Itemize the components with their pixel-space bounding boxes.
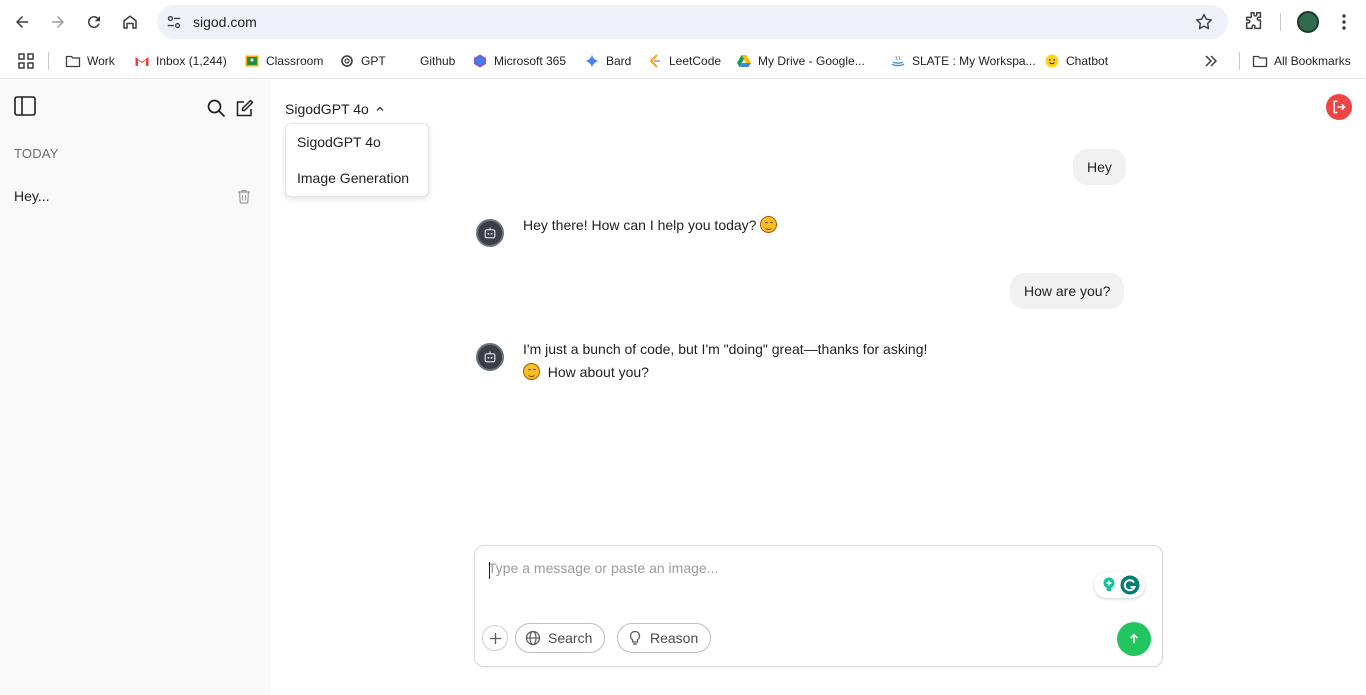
microsoft365-icon: [472, 53, 488, 69]
assistant-avatar: [476, 219, 504, 247]
bookmark-leetcode[interactable]: LeetCode: [647, 51, 721, 71]
drive-icon: [736, 53, 752, 69]
model-dropdown: SigodGPT 4o Image Generation: [285, 123, 429, 197]
bookmark-classroom[interactable]: Classroom: [244, 51, 323, 71]
robot-icon: [484, 227, 496, 239]
attach-button[interactable]: [482, 625, 508, 651]
home-icon: [123, 15, 137, 29]
reload-button[interactable]: [80, 8, 108, 36]
lightbulb-outline-icon: [629, 630, 641, 645]
browser-toolbar: sigod.com: [0, 0, 1366, 44]
model-selector-label: SigodGPT 4o: [285, 101, 369, 117]
search-toggle-button[interactable]: Search: [515, 623, 606, 653]
more-menu-icon[interactable]: [1334, 12, 1354, 32]
bookmark-star-icon[interactable]: [1194, 12, 1214, 32]
chevron-double-right-icon[interactable]: [1204, 54, 1218, 68]
all-bookmarks[interactable]: All Bookmarks: [1252, 51, 1351, 71]
bookmark-work[interactable]: Work: [65, 51, 115, 71]
bookmark-my-drive[interactable]: My Drive - Google...: [736, 51, 865, 71]
model-option-sigodgpt[interactable]: SigodGPT 4o: [297, 134, 381, 150]
classroom-icon: [244, 53, 260, 69]
folder-icon: [65, 53, 81, 69]
robot-icon: [484, 351, 496, 363]
assistant-message: I'm just a bunch of code, but I'm "doing…: [523, 341, 928, 380]
arrow-left-icon: [16, 16, 28, 28]
bookmark-slate[interactable]: SLATE : My Workspa...: [890, 51, 1036, 71]
section-label-today: TODAY: [14, 146, 59, 161]
gmail-icon: [134, 53, 150, 69]
sparkle-icon: [584, 53, 600, 69]
bookmark-chatbot[interactable]: Chatbot: [1044, 51, 1108, 71]
slate-icon: [890, 53, 906, 69]
arrow-up-icon: [1130, 633, 1138, 644]
toolbar-divider: [1280, 13, 1281, 31]
plus-icon: [489, 632, 501, 644]
openai-icon: [339, 53, 355, 69]
globe-icon: [525, 630, 541, 646]
bookmark-inbox[interactable]: Inbox (1,244): [134, 51, 227, 71]
apps-grid-icon[interactable]: [17, 52, 35, 70]
sidebar: TODAY Hey...: [0, 80, 271, 695]
github-icon: [398, 53, 414, 69]
arrow-right-icon: [52, 16, 64, 28]
lightbulb-icon[interactable]: [1100, 576, 1118, 594]
model-option-image-generation[interactable]: Image Generation: [297, 170, 409, 186]
bookmarks-divider-right: [1239, 52, 1240, 70]
back-button[interactable]: [8, 8, 36, 36]
message-composer: Search Reason: [474, 545, 1163, 667]
chat-history-item[interactable]: Hey...: [0, 180, 271, 210]
logout-button[interactable]: [1326, 94, 1352, 120]
hugging-face-icon: [1044, 53, 1060, 69]
trash-icon[interactable]: [237, 189, 251, 204]
bookmarks-bar: Work Inbox (1,244) Classroom GPT Github …: [0, 44, 1366, 79]
grammarly-widget[interactable]: [1094, 572, 1145, 598]
address-bar[interactable]: sigod.com: [157, 5, 1228, 39]
reason-toggle-button[interactable]: Reason: [617, 623, 712, 653]
message-input[interactable]: [488, 560, 1088, 584]
smiling-face-icon: [523, 363, 540, 380]
profile-avatar[interactable]: [1297, 11, 1319, 33]
user-message: Hey: [1073, 149, 1126, 185]
extensions-icon[interactable]: [1243, 10, 1265, 32]
home-button[interactable]: [116, 8, 144, 36]
sidebar-toggle-icon[interactable]: [14, 96, 36, 116]
text-caret: [489, 562, 490, 579]
reload-icon: [87, 16, 100, 29]
url-text: sigod.com: [193, 14, 257, 30]
model-selector[interactable]: SigodGPT 4o: [285, 100, 385, 118]
bookmark-gpt[interactable]: GPT: [339, 51, 386, 71]
assistant-message: Hey there! How can I help you today?: [523, 214, 1123, 237]
user-message: How are you?: [1010, 273, 1125, 309]
search-icon[interactable]: [206, 98, 226, 118]
logout-icon: [1333, 100, 1346, 114]
smiling-face-icon: [760, 216, 778, 233]
grammarly-icon[interactable]: [1120, 575, 1140, 595]
bookmark-github[interactable]: Github: [398, 51, 455, 71]
bookmark-microsoft365[interactable]: Microsoft 365: [472, 51, 566, 71]
leetcode-icon: [647, 53, 663, 69]
chevron-up-icon: [376, 106, 384, 111]
folder-icon: [1252, 53, 1268, 69]
send-button[interactable]: [1117, 622, 1151, 656]
site-settings-icon[interactable]: [165, 13, 183, 31]
forward-button[interactable]: [44, 8, 72, 36]
new-chat-icon[interactable]: [235, 98, 255, 118]
bookmarks-divider: [48, 52, 49, 70]
bookmark-bard[interactable]: Bard: [584, 51, 631, 71]
chat-history-title: Hey...: [14, 188, 50, 204]
assistant-avatar: [476, 343, 504, 371]
